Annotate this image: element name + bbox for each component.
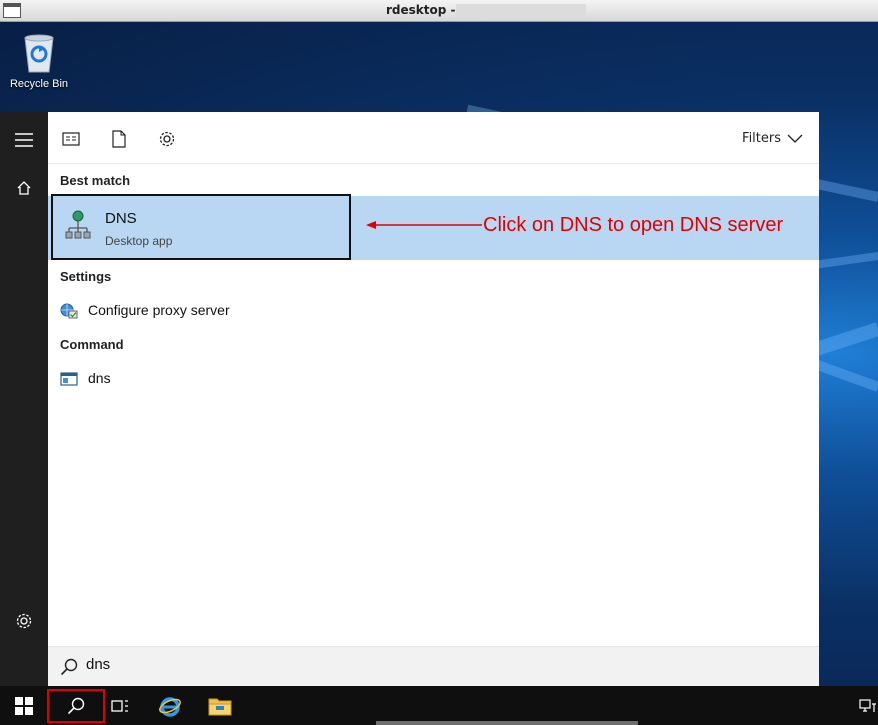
settings-gear-icon[interactable] xyxy=(12,609,36,633)
best-match-subtitle: Desktop app xyxy=(105,234,173,248)
hamburger-menu-icon[interactable] xyxy=(12,128,36,152)
chevron-down-icon xyxy=(787,134,803,143)
home-icon[interactable] xyxy=(12,176,36,200)
filters-button[interactable]: Filters xyxy=(742,131,803,146)
annotation-arrow-icon xyxy=(366,221,482,229)
taskbar xyxy=(0,686,878,725)
dns-app-icon xyxy=(65,210,91,240)
apps-filter-icon[interactable] xyxy=(60,128,82,150)
settings-item-configure-proxy[interactable]: Configure proxy server xyxy=(48,294,819,328)
task-view-icon[interactable] xyxy=(108,694,132,718)
search-input[interactable] xyxy=(86,656,786,673)
start-left-rail xyxy=(0,112,48,686)
search-toolbar: Filters xyxy=(48,112,819,164)
settings-item-label: Configure proxy server xyxy=(88,302,230,318)
command-window-icon xyxy=(60,371,78,387)
recycle-bin-icon xyxy=(21,32,57,74)
settings-filter-icon[interactable] xyxy=(156,128,178,150)
start-search-panel: Filters Best match DNS Desktop app Click… xyxy=(48,112,819,686)
window-menu-icon[interactable] xyxy=(3,3,21,18)
title-bar: rdesktop - xyxy=(0,0,878,22)
search-bar xyxy=(48,646,819,686)
command-item-dns[interactable]: dns xyxy=(48,362,819,396)
recycle-bin-label: Recycle Bin xyxy=(9,78,69,90)
proxy-settings-icon xyxy=(60,303,78,319)
best-match-dns[interactable]: DNS Desktop app xyxy=(51,194,351,260)
search-button-highlight xyxy=(47,689,105,723)
desktop-icon-recycle-bin[interactable]: Recycle Bin xyxy=(6,32,72,90)
section-command: Command xyxy=(60,337,124,352)
window-title: rdesktop - xyxy=(386,3,456,17)
file-explorer-icon[interactable] xyxy=(208,694,232,718)
section-settings: Settings xyxy=(60,269,112,284)
start-windows-icon[interactable] xyxy=(12,694,36,718)
best-match-name: DNS xyxy=(105,210,137,227)
command-item-label: dns xyxy=(88,370,111,386)
network-icon[interactable] xyxy=(856,694,878,718)
redacted-host xyxy=(456,4,586,18)
internet-explorer-icon[interactable] xyxy=(158,694,182,718)
annotation-text: Click on DNS to open DNS server xyxy=(483,214,784,236)
search-icon xyxy=(60,658,78,676)
filters-label: Filters xyxy=(742,131,781,146)
documents-filter-icon[interactable] xyxy=(108,128,130,150)
taskbar-active-window-bar xyxy=(376,721,638,725)
section-best-match: Best match xyxy=(60,173,131,188)
